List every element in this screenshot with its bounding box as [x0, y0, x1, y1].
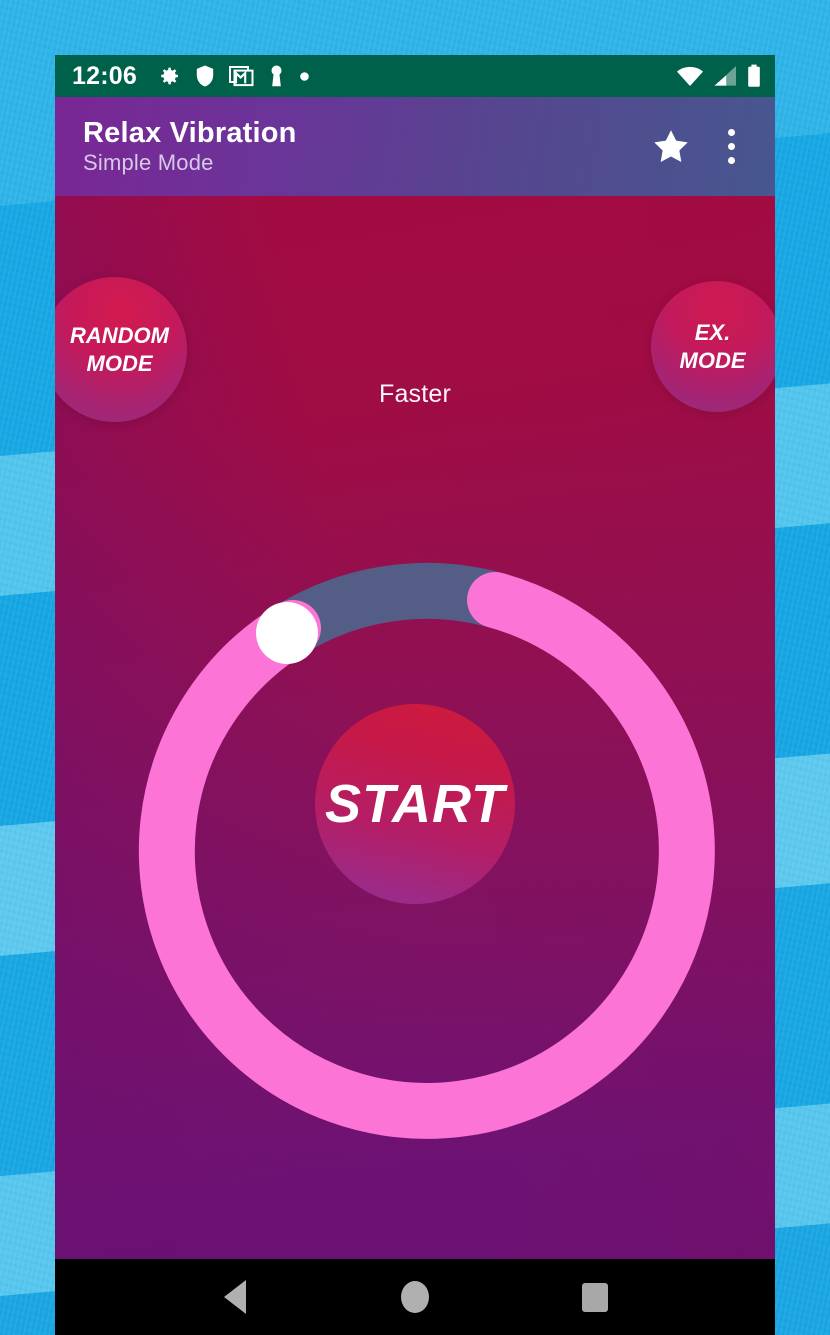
keyhole-icon — [271, 65, 282, 87]
app-subtitle: Simple Mode — [83, 149, 214, 175]
dot-icon — [300, 71, 309, 81]
star-icon — [654, 129, 688, 162]
nav-recents-button[interactable] — [565, 1267, 625, 1327]
nav-back-button[interactable] — [205, 1267, 265, 1327]
back-icon — [224, 1280, 246, 1314]
gear-icon — [161, 67, 178, 85]
overflow-menu-button[interactable] — [718, 125, 745, 168]
ex-mode-label-line1: EX. — [694, 320, 731, 346]
status-bar: 12:06 — [55, 55, 775, 97]
android-navigation-bar — [55, 1259, 775, 1335]
start-button-label: START — [325, 774, 505, 834]
app-bar: Relax Vibration Simple Mode — [55, 97, 775, 196]
nav-home-button[interactable] — [385, 1267, 445, 1327]
app-title: Relax Vibration — [83, 116, 297, 149]
app-bar-actions — [650, 125, 753, 168]
random-mode-label-line1: RANDOM — [70, 323, 169, 349]
main-content: RANDOM MODE EX. MODE Faster START — [55, 196, 775, 1259]
cellular-signal-icon — [714, 66, 736, 86]
battery-icon — [748, 64, 760, 87]
favorite-button[interactable] — [650, 126, 692, 168]
start-button[interactable]: START — [315, 704, 515, 904]
home-icon — [401, 1281, 429, 1313]
status-clock: 12:06 — [72, 61, 137, 90]
recents-icon — [582, 1282, 608, 1312]
phone-screen: 12:06 Relax Vibration Simple Mode RANDOM… — [55, 55, 775, 1335]
slider-thumb[interactable] — [256, 602, 318, 664]
ex-mode-button[interactable]: EX. MODE — [651, 281, 775, 412]
ex-mode-label-line2: MODE — [679, 347, 746, 373]
random-mode-label-line2: MODE — [86, 350, 153, 376]
status-bar-system-icons — [676, 64, 761, 88]
shield-icon — [196, 65, 214, 87]
gmail-icon — [228, 66, 254, 87]
overflow-menu-icon — [718, 125, 745, 168]
status-bar-notification-icons — [157, 64, 310, 88]
slider-track-arc — [278, 562, 503, 653]
wifi-icon — [677, 66, 703, 86]
app-bar-titles: Relax Vibration Simple Mode — [83, 116, 297, 176]
